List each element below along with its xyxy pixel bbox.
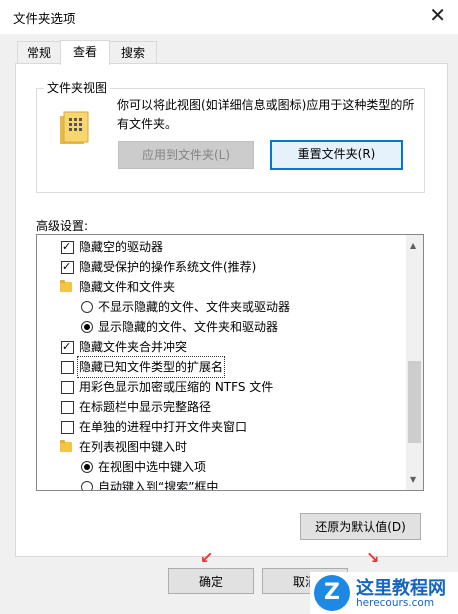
restore-defaults-button[interactable]: 还原为默认值(D) xyxy=(300,513,421,540)
list-item-label: 自动键入到“搜索”框中 xyxy=(98,480,219,491)
checkbox[interactable] xyxy=(61,337,74,357)
folder-views-icon xyxy=(58,110,92,146)
checkbox[interactable] xyxy=(61,361,74,374)
title-bar: 文件夹选项 ✕ xyxy=(0,0,458,34)
close-icon[interactable]: ✕ xyxy=(429,5,446,25)
logo-url: herecours.com xyxy=(356,597,435,609)
scroll-down-arrow-icon[interactable]: ▼ xyxy=(410,475,416,484)
ok-button[interactable]: 确定 xyxy=(168,568,254,594)
window-title: 文件夹选项 xyxy=(13,11,76,26)
list-item-label: 用彩色显示加密或压缩的 NTFS 文件 xyxy=(79,380,274,394)
tab-view[interactable]: 查看 xyxy=(60,40,110,65)
vertical-scrollbar[interactable]: ▲ ▼ xyxy=(406,235,423,490)
checkbox[interactable] xyxy=(61,257,74,277)
radio-button[interactable] xyxy=(81,481,93,490)
folder-views-description: 你可以将此视图(如详细信息或图标)应用于这种类型的所有文件夹。 xyxy=(117,98,415,131)
advanced-settings-list[interactable]: 隐藏空的驱动器 隐藏受保护的操作系统文件(推荐) 隐藏文件和文件夹 不显示隐藏的… xyxy=(36,234,424,491)
logo-letter: Z xyxy=(314,575,350,611)
list-item-label: 隐藏文件夹合并冲突 xyxy=(79,340,188,354)
reset-folders-button[interactable]: 重置文件夹(R) xyxy=(270,140,403,170)
annotation-arrow-icon: ↘ xyxy=(366,548,380,567)
list-item-label: 在列表视图中键入时 xyxy=(79,440,188,454)
list-item-label: 在视图中选中键入项 xyxy=(98,460,207,474)
checkbox[interactable] xyxy=(61,421,74,434)
radio-button[interactable] xyxy=(81,321,93,333)
checkbox[interactable] xyxy=(61,381,74,394)
checkbox[interactable] xyxy=(61,401,74,414)
advanced-settings-label: 高级设置: xyxy=(36,219,89,233)
list-item-label: 不显示隐藏的文件、文件夹或驱动器 xyxy=(98,300,291,314)
annotation-arrow-icon: ↙ xyxy=(200,548,214,567)
folder-icon xyxy=(60,280,72,292)
apply-to-folders-button[interactable]: 应用到文件夹(L) xyxy=(118,141,254,169)
list-item-label: 在标题栏中显示完整路径 xyxy=(79,400,212,414)
watermark-logo: Z 这里教程网 herecours.com xyxy=(310,572,458,614)
tab-general[interactable]: 常规 xyxy=(17,41,61,64)
radio-button[interactable] xyxy=(81,461,93,473)
list-item-label: 隐藏空的驱动器 xyxy=(79,240,164,254)
folder-views-group-label: 文件夹视图 xyxy=(44,79,111,96)
list-item-label: 隐藏受保护的操作系统文件(推荐) xyxy=(79,260,257,274)
list-item-label: 隐藏文件和文件夹 xyxy=(79,280,176,294)
list-item-label: 隐藏已知文件类型的扩展名 xyxy=(76,356,226,378)
tab-search[interactable]: 搜索 xyxy=(109,41,157,64)
list-item-label: 显示隐藏的文件、文件夹和驱动器 xyxy=(98,320,279,334)
scrollbar-thumb[interactable] xyxy=(408,361,421,443)
folder-icon xyxy=(60,440,72,452)
checkbox[interactable] xyxy=(61,237,74,257)
scroll-up-arrow-icon[interactable]: ▲ xyxy=(410,241,416,250)
list-item-label: 在单独的进程中打开文件夹窗口 xyxy=(79,420,248,434)
radio-button[interactable] xyxy=(81,301,93,313)
